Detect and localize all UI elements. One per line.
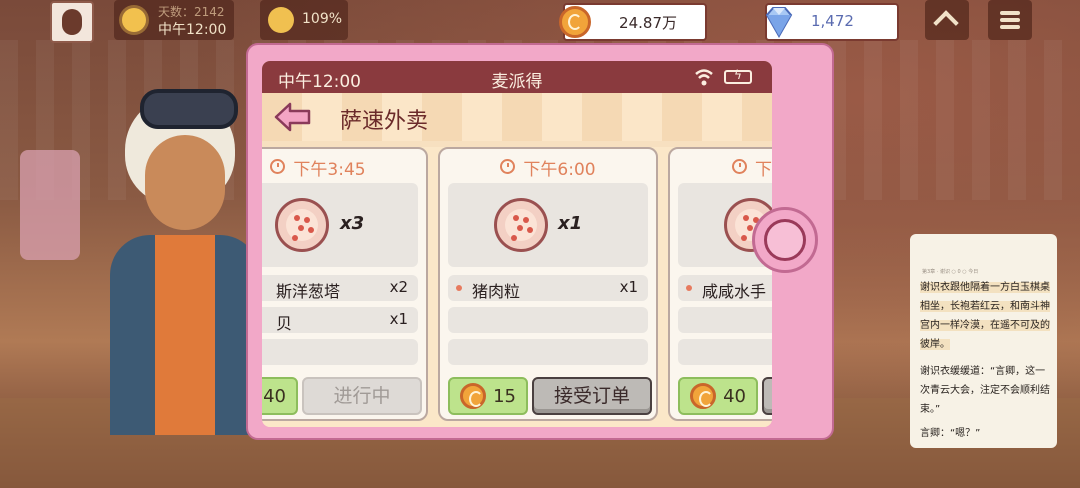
order-deadline: 下午6:00 (440, 155, 656, 180)
coin-icon (690, 383, 716, 409)
coin-icon (460, 383, 486, 409)
pizza-icon (494, 198, 548, 252)
reward-amount: 15 (493, 386, 516, 407)
dish-name: 咸咸水手 (702, 282, 767, 301)
bullet-dot (456, 285, 462, 291)
item-quantity: x3 (340, 213, 365, 234)
order-item-box: x3 (262, 183, 418, 267)
order-deadline: 下 (670, 155, 772, 180)
battery-icon (724, 68, 752, 84)
wifi-icon (695, 69, 713, 86)
character-body (110, 235, 260, 435)
order-line: 猪肉粒 x1 (448, 275, 648, 301)
gem-counter[interactable]: 1,472 (765, 3, 899, 41)
mood-display: 109% (260, 0, 348, 40)
phone-panel: 中午12:00 麦派得 萨速外卖 下午3:45 x3 (246, 43, 834, 440)
diamond-icon (765, 7, 793, 39)
dish-name: 猪肉粒 (472, 282, 521, 301)
order-item-box: x1 (448, 183, 648, 267)
order-action-button[interactable] (762, 377, 772, 415)
novel-reader-overlay[interactable]: 第3章 · 谢识 ○ 0 ○ 今日 谢识衣跟他隔着一方白玉棋桌相坐，长袍若红云，… (910, 234, 1057, 448)
order-line: 斯洋葱塔 x2 (262, 275, 418, 301)
app-header: 萨速外卖 (262, 93, 772, 141)
order-reward: 40 (262, 377, 298, 415)
collapse-hud-button[interactable] (925, 0, 969, 40)
order-line (262, 339, 418, 365)
order-card: 下午3:45 x3 斯洋葱塔 x2 贝 x1 40 进行中 (262, 147, 428, 421)
game-time: 中午12:00 (158, 22, 227, 38)
shopkeeper-character (110, 89, 260, 435)
order-time: 下午6:00 (523, 160, 596, 180)
item-quantity: x1 (558, 213, 583, 234)
order-card: 下午6:00 x1 猪肉粒 x1 15 接受订单 (438, 147, 658, 421)
dish-count: x2 (389, 278, 408, 296)
order-line: 贝 x1 (262, 307, 418, 333)
dish-count: x1 (389, 310, 408, 328)
menu-button[interactable] (988, 0, 1032, 40)
highlighted-text: 谢识衣跟他隔着一方白玉棋桌相坐，长袍若红云，和南斗神宫内一样冷漠，在遥不可及的彼… (920, 282, 1050, 350)
shelf-decoration (0, 60, 100, 390)
clock-icon (732, 159, 747, 174)
reward-amount: 40 (263, 386, 286, 407)
back-arrow-icon[interactable] (274, 102, 312, 132)
order-deadline: 下午3:45 (262, 155, 426, 180)
order-line (678, 339, 772, 365)
bottle-decoration (20, 150, 80, 260)
money-counter[interactable]: 24.87万 (559, 3, 707, 41)
dish-name: 贝 (276, 314, 293, 333)
money-value: 24.87万 (619, 14, 677, 32)
order-line (678, 307, 772, 333)
reward-amount: 40 (723, 386, 746, 407)
sun-icon (122, 8, 146, 32)
clock-icon (270, 159, 286, 174)
day-time-display: 天数：2142 中午12:00 (114, 0, 234, 40)
reader-paragraph: 谢识衣跟他隔着一方白玉棋桌相坐，长袍若红云，和南斗神宫内一样冷漠，在遥不可及的彼… (920, 278, 1050, 354)
player-avatar[interactable] (50, 1, 94, 43)
reader-paragraph: 言卿：“嗯？” (920, 428, 981, 439)
reader-paragraph: 谢识衣缓缓道：“言卿，这一次青云大会，注定不会顺利结束。” (920, 366, 1050, 415)
accept-order-button[interactable]: 接受订单 (532, 377, 652, 415)
clock-icon (500, 159, 516, 174)
order-line: 咸咸水手 (678, 275, 772, 301)
goggles (140, 89, 238, 129)
phone-status-bar: 中午12:00 麦派得 (262, 61, 772, 93)
order-card: 下 咸咸水手 40 (668, 147, 772, 421)
in-progress-button[interactable]: 进行中 (302, 377, 422, 415)
order-reward: 15 (448, 377, 528, 415)
dish-name: 斯洋葱塔 (276, 282, 341, 301)
reader-meta: 第3章 · 谢识 ○ 0 ○ 今日 (922, 269, 979, 275)
mood-percent: 109% (302, 11, 343, 27)
phone-home-button[interactable] (752, 207, 818, 273)
day-counter: 天数：2142 (158, 5, 225, 19)
page-title: 萨速外卖 (340, 109, 429, 134)
coin-icon (559, 6, 591, 38)
order-time: 下午3:45 (293, 160, 366, 180)
order-line (448, 339, 648, 365)
smile-icon (268, 7, 294, 33)
phone-screen: 中午12:00 麦派得 萨速外卖 下午3:45 x3 (262, 61, 772, 427)
bullet-dot (686, 285, 692, 291)
order-time: 下 (755, 160, 772, 180)
order-line (448, 307, 648, 333)
order-list[interactable]: 下午3:45 x3 斯洋葱塔 x2 贝 x1 40 进行中 下午6:00 x1 … (262, 147, 772, 427)
gem-value: 1,472 (811, 12, 854, 30)
dish-count: x1 (619, 278, 638, 296)
character-face (145, 135, 225, 230)
pizza-icon (275, 198, 329, 252)
order-reward: 40 (678, 377, 758, 415)
